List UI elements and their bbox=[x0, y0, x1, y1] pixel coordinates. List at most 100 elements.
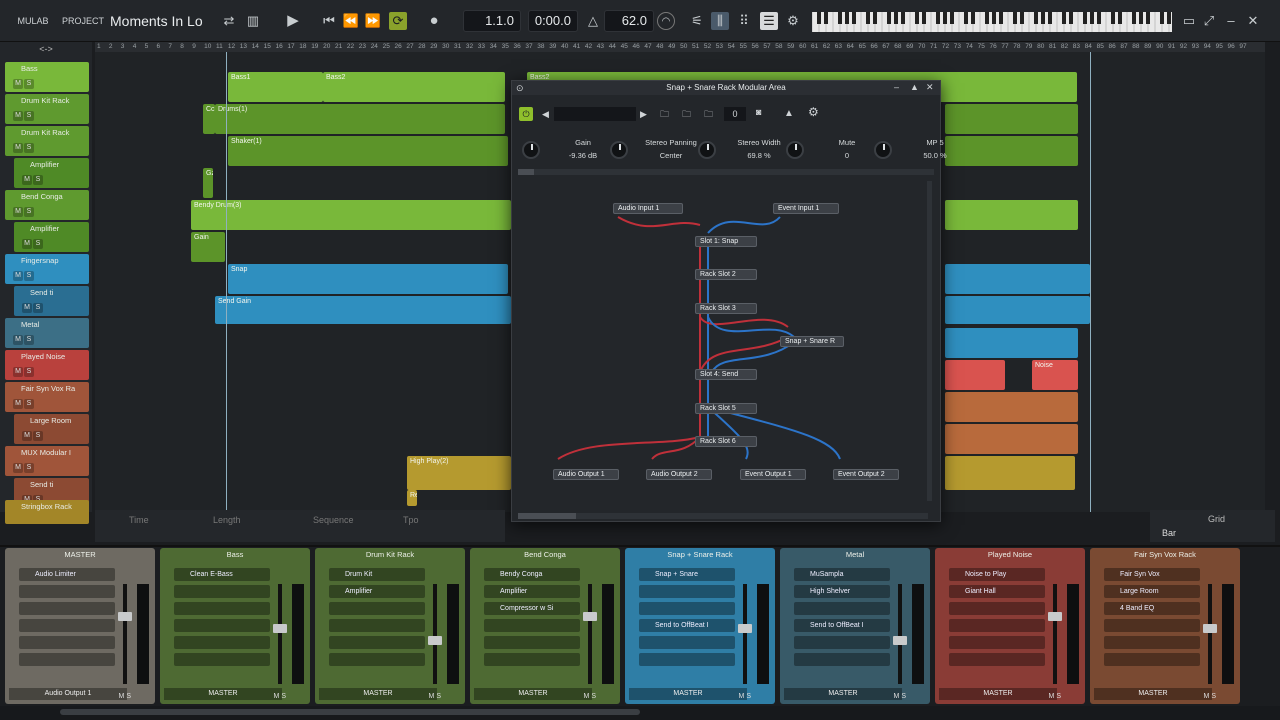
track-header[interactable]: Metal M S bbox=[5, 318, 89, 348]
volume-fader[interactable] bbox=[1208, 584, 1212, 684]
insert-slot[interactable]: Compressor w Si bbox=[484, 602, 580, 615]
mute-solo-buttons[interactable]: MS bbox=[13, 143, 35, 153]
prev-preset-icon[interactable]: ◀ bbox=[542, 109, 549, 120]
mute-solo-buttons[interactable]: M S bbox=[584, 693, 596, 700]
eq-icon[interactable]: ⫼ bbox=[711, 12, 729, 30]
track-header[interactable]: MUX Modular I MS bbox=[5, 446, 89, 476]
panel-icon[interactable]: ▥ bbox=[244, 12, 262, 30]
mixer-channel-strip[interactable]: Fair Syn Vox Rack Fair Syn Vox Large Room 4… bbox=[1090, 548, 1240, 704]
fader-cap[interactable] bbox=[738, 624, 752, 633]
volume-fader[interactable] bbox=[588, 584, 592, 684]
volume-fader[interactable] bbox=[898, 584, 902, 684]
tempo-display[interactable]: 62.0 bbox=[604, 10, 654, 32]
insert-slot[interactable]: High Shelver bbox=[794, 585, 890, 598]
param-knob[interactable] bbox=[698, 141, 716, 159]
module-node[interactable]: Event Output 1 bbox=[740, 469, 806, 480]
playhead[interactable] bbox=[226, 52, 227, 512]
mixer-channel-strip[interactable]: Metal MuSampla High Shelver Send to OffBeat… bbox=[780, 548, 930, 704]
clip[interactable] bbox=[945, 456, 1075, 490]
track-header[interactable]: Fingersnap M S bbox=[5, 254, 89, 284]
graph-horizontal-scrollbar[interactable] bbox=[518, 513, 928, 519]
module-node[interactable]: Slot 4: Send bbox=[695, 369, 757, 380]
module-node[interactable]: Rack Slot 2 bbox=[695, 269, 757, 280]
output-select[interactable]: MASTER bbox=[784, 688, 902, 700]
module-node[interactable]: Event Output 2 bbox=[833, 469, 899, 480]
channel-name[interactable]: Fair Syn Vox Rack bbox=[1090, 548, 1240, 562]
mute-solo-buttons[interactable]: M S bbox=[429, 693, 441, 700]
window-title[interactable]: Snap + Snare Rack Modular Area bbox=[512, 81, 940, 95]
channel-name[interactable]: MASTER bbox=[5, 548, 155, 562]
module-node[interactable]: Rack Slot 6 bbox=[695, 436, 757, 447]
param-value[interactable]: -9.36 dB bbox=[548, 151, 618, 160]
close-icon[interactable]: ✕ bbox=[926, 82, 934, 93]
minimize-icon[interactable]: – bbox=[894, 82, 899, 92]
clip[interactable]: Re bbox=[407, 490, 417, 506]
insert-slot[interactable]: Amplifier bbox=[329, 585, 425, 598]
time-display[interactable]: 0:00.0 bbox=[528, 10, 578, 32]
insert-slot[interactable] bbox=[1104, 653, 1200, 666]
mute-solo-buttons[interactable]: M S bbox=[739, 693, 751, 700]
modular-graph[interactable] bbox=[512, 177, 942, 507]
mute-solo-buttons[interactable]: MS bbox=[13, 207, 35, 217]
module-node[interactable]: Audio Output 1 bbox=[553, 469, 619, 480]
channel-name[interactable]: Metal bbox=[780, 548, 930, 562]
power-icon[interactable]: ⏻ bbox=[519, 107, 533, 121]
insert-slot[interactable] bbox=[639, 653, 735, 666]
mute-solo-buttons[interactable]: M S bbox=[1204, 693, 1216, 700]
save-icon[interactable]: 🗀 bbox=[682, 107, 691, 123]
track-header[interactable]: Played Noise M S bbox=[5, 350, 89, 380]
clip[interactable] bbox=[945, 296, 1090, 324]
clip[interactable] bbox=[945, 360, 1005, 390]
module-node[interactable]: Snap + Snare R bbox=[780, 336, 844, 347]
insert-slot[interactable] bbox=[484, 653, 580, 666]
volume-fader[interactable] bbox=[123, 584, 127, 684]
mixer-icon[interactable]: ⚟ bbox=[688, 12, 706, 30]
preset-field[interactable] bbox=[554, 107, 636, 121]
insert-slot[interactable]: Audio Limiter bbox=[19, 568, 115, 581]
clip[interactable]: Bendy Drum(3) bbox=[191, 200, 511, 230]
mixer-channel-strip[interactable]: Played Noise Noise to Play Giant Hall MASTE… bbox=[935, 548, 1085, 704]
insert-slot[interactable] bbox=[329, 653, 425, 666]
param-value[interactable]: 69.8 % bbox=[724, 151, 794, 160]
maximize-icon[interactable]: ▲ bbox=[910, 82, 919, 92]
insert-slot[interactable] bbox=[794, 602, 890, 615]
clip[interactable] bbox=[945, 104, 1078, 134]
insert-slot[interactable] bbox=[949, 653, 1045, 666]
insert-slot[interactable] bbox=[1104, 636, 1200, 649]
mute-solo-buttons[interactable]: MS bbox=[13, 271, 35, 281]
song-title[interactable]: Moments In Lo bbox=[110, 8, 210, 34]
track-header[interactable]: Bass M S bbox=[5, 62, 89, 92]
position-display[interactable]: 1.1.0 bbox=[463, 10, 521, 32]
close-icon[interactable]: ✕ bbox=[1244, 12, 1262, 30]
load-icon[interactable]: 🗀 bbox=[704, 107, 713, 123]
param-knob[interactable] bbox=[874, 141, 892, 159]
window-menu-icon[interactable]: ⊙ bbox=[516, 83, 524, 94]
clip[interactable]: Bass2 bbox=[323, 72, 505, 102]
bottom-scrollbar[interactable] bbox=[0, 706, 1280, 720]
volume-fader[interactable] bbox=[433, 584, 437, 684]
track-header[interactable]: Large Room M S bbox=[14, 414, 89, 444]
insert-slot[interactable] bbox=[639, 602, 735, 615]
clip[interactable]: Send Gain bbox=[215, 296, 511, 324]
forward-icon[interactable]: ⏩ bbox=[364, 12, 382, 30]
rewind-start-icon[interactable]: ⏮ bbox=[320, 12, 338, 30]
param-knob[interactable] bbox=[786, 141, 804, 159]
settings-gear-icon[interactable]: ⚙ bbox=[784, 12, 802, 30]
play-button[interactable]: ▶ bbox=[284, 12, 302, 30]
output-select[interactable]: MASTER bbox=[1094, 688, 1212, 700]
mixer-channel-strip[interactable]: Snap + Snare Rack Snap + Snare Send to Off… bbox=[625, 548, 775, 704]
insert-slot[interactable] bbox=[174, 653, 270, 666]
insert-slot[interactable] bbox=[19, 653, 115, 666]
insert-slot[interactable]: Snap + Snare bbox=[639, 568, 735, 581]
insert-slot[interactable] bbox=[329, 636, 425, 649]
expand-icon[interactable]: ⤢ bbox=[1200, 12, 1218, 30]
insert-slot[interactable] bbox=[639, 636, 735, 649]
track-header[interactable]: Stringbox Rack bbox=[5, 500, 89, 524]
grid-value[interactable]: Bar bbox=[1162, 528, 1176, 538]
channel-name[interactable]: Drum Kit Rack bbox=[315, 548, 465, 562]
volume-fader[interactable] bbox=[278, 584, 282, 684]
fader-cap[interactable] bbox=[118, 612, 132, 621]
record-button[interactable]: ● bbox=[425, 12, 443, 30]
clip[interactable]: Noise bbox=[1032, 360, 1078, 390]
shuffle-icon[interactable]: ⇄ bbox=[220, 12, 238, 30]
